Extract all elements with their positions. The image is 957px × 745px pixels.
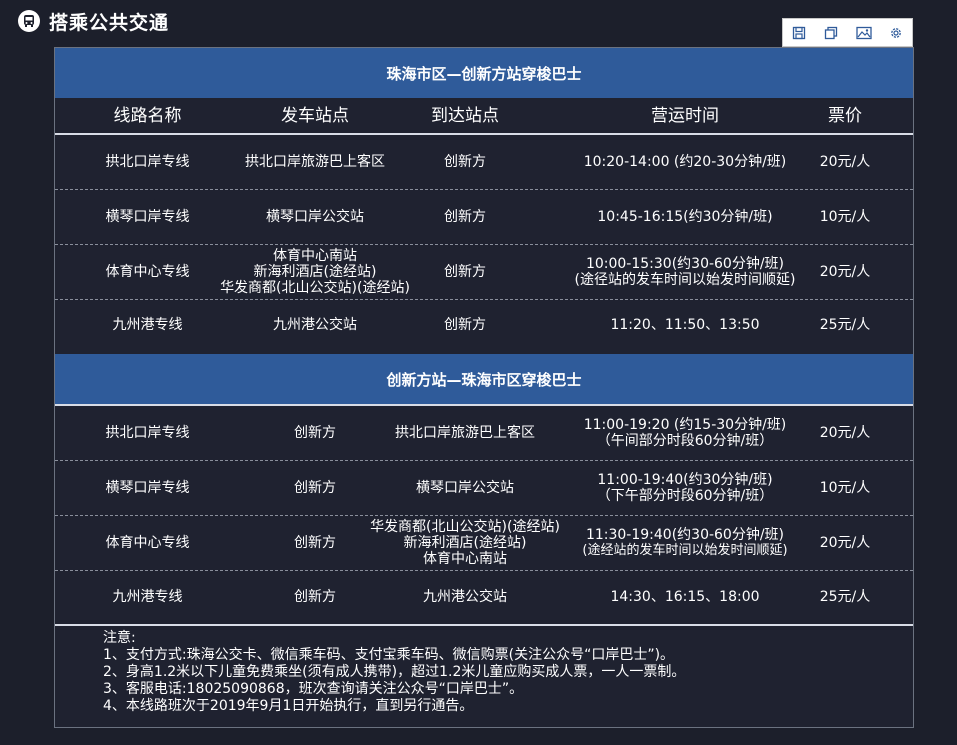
bus-schedule-panel: 珠海市区—创新方站穿梭巴士 线路名称 发车站点 到达站点 营运时间 票价 拱北口… — [54, 47, 914, 728]
service-time: 10:45-16:15(约30分钟/班) — [597, 209, 773, 225]
table-row: 体育中心专线 创新方 华发商都(北山公交站)(途经站) 新海利酒店(途经站) 体… — [55, 516, 913, 570]
copy-icon — [825, 26, 838, 39]
save-button[interactable] — [783, 19, 815, 46]
arrival-station: 创新方 — [444, 264, 486, 280]
service-time: 11:20、11:50、13:50 — [610, 317, 760, 333]
notes-title: 注意: — [103, 630, 136, 646]
note-item: 1、支付方式:珠海公交卡、微信乘车码、支付宝乘车码、微信购票(关注公众号“口岸巴… — [103, 647, 675, 663]
ticket-price: 20元/人 — [819, 264, 871, 280]
image-button[interactable] — [848, 19, 880, 46]
arrival-station: 横琴口岸公交站 — [416, 480, 514, 496]
column-header: 营运时间 — [651, 105, 719, 126]
arrival-station: 华发商都(北山公交站)(途经站) 新海利酒店(途经站) 体育中心南站 — [370, 519, 560, 567]
ticket-price: 20元/人 — [819, 154, 871, 170]
settings-button[interactable] — [880, 19, 912, 46]
section-header: 创新方站—珠海市区穿梭巴士 — [55, 354, 913, 404]
ticket-price: 20元/人 — [819, 535, 871, 551]
arrival-station: 创新方 — [444, 209, 486, 225]
ticket-price: 25元/人 — [819, 317, 871, 333]
section-header: 珠海市区—创新方站穿梭巴士 — [55, 48, 913, 98]
bus-icon — [18, 10, 40, 32]
page-header: 搭乘公共交通 — [18, 6, 169, 36]
copy-button[interactable] — [815, 19, 847, 46]
toolbar — [782, 18, 913, 47]
service-time: 10:20-14:00 (约20-30分钟/班) — [583, 154, 787, 170]
service-time: 11:30-19:40(约30-60分钟/班) (途经站的发车时间以始发时间顺延… — [582, 527, 788, 558]
arrival-station: 九州港公交站 — [423, 589, 507, 605]
ticket-price: 20元/人 — [819, 425, 871, 441]
arrival-station: 创新方 — [444, 154, 486, 170]
service-time: 10:00-15:30(约30-60分钟/班) (途径站的发车时间以始发时间顺延… — [574, 256, 796, 288]
save-icon — [792, 26, 806, 39]
column-header: 票价 — [828, 105, 862, 126]
arrival-station: 创新方 — [444, 317, 486, 333]
note-item: 4、本线路班次于2019年9月1日开始执行，直到另行通告。 — [103, 698, 474, 714]
table-row: 横琴口岸专线 创新方 横琴口岸公交站 11:00-19:40(约30分钟/班) … — [55, 461, 913, 515]
notes-divider — [55, 624, 913, 626]
arrival-station: 拱北口岸旅游巴上客区 — [395, 425, 535, 441]
ticket-price: 10元/人 — [819, 480, 871, 496]
ticket-price: 25元/人 — [819, 589, 871, 605]
note-item: 2、身高1.2米以下儿童免费乘坐(须有成人携带)，超过1.2米儿童应购买成人票，… — [103, 664, 686, 680]
notes: 注意: 1、支付方式:珠海公交卡、微信乘车码、支付宝乘车码、微信购票(关注公众号… — [103, 630, 685, 715]
image-icon — [855, 26, 872, 39]
table-row: 拱北口岸专线 拱北口岸旅游巴上客区 创新方 10:20-14:00 (约20-3… — [55, 135, 913, 189]
table-row: 拱北口岸专线 创新方 拱北口岸旅游巴上客区 11:00-19:20 (约15-3… — [55, 406, 913, 460]
service-time: 11:00-19:20 (约15-30分钟/班) （午间部分时段60分钟/班） — [583, 417, 787, 449]
page-title: 搭乘公共交通 — [49, 11, 170, 34]
table-row: 九州港专线 创新方 九州港公交站 14:30、16:15、18:00 25元/人 — [55, 571, 913, 623]
gear-icon — [891, 27, 901, 38]
column-header-row: 线路名称 发车站点 到达站点 营运时间 票价 — [55, 98, 913, 135]
service-time: 11:00-19:40(约30分钟/班) （下午部分时段60分钟/班） — [596, 472, 774, 504]
table-row: 九州港专线 九州港公交站 创新方 11:20、11:50、13:50 25元/人 — [55, 300, 913, 350]
ticket-price: 10元/人 — [819, 209, 871, 225]
service-time: 14:30、16:15、18:00 — [610, 589, 760, 605]
table-row: 横琴口岸专线 横琴口岸公交站 创新方 10:45-16:15(约30分钟/班) … — [55, 190, 913, 244]
column-header: 到达站点 — [431, 105, 499, 126]
note-item: 3、客服电话:18025090868，班次查询请关注公众号“口岸巴士”。 — [103, 681, 524, 697]
table-row: 体育中心专线 体育中心南站 新海利酒店(途经站) 华发商都(北山公交站)(途经站… — [55, 245, 913, 299]
